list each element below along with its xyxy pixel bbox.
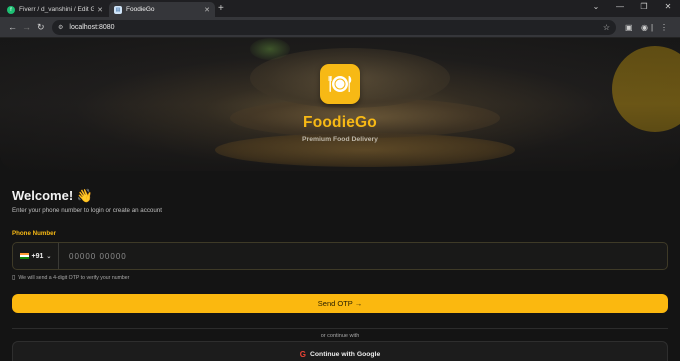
tab-search-icon[interactable]: ⌄ — [590, 2, 602, 11]
site-info-icon[interactable]: ⚙ — [58, 24, 63, 31]
back-icon[interactable]: ← — [8, 22, 17, 33]
separator-icon: | — [651, 23, 654, 32]
profile-icon[interactable]: ◉ — [641, 22, 648, 33]
phone-field: +91 ⌄ — [12, 242, 668, 270]
google-login-button[interactable]: G Continue with Google — [12, 341, 668, 361]
url-field[interactable]: ⚙ localhost:8080 ☆ — [52, 20, 616, 35]
phone-label: Phone Number — [12, 230, 57, 237]
reload-icon[interactable]: ↻ — [37, 22, 45, 33]
site-icon: ▤ — [114, 5, 122, 14]
brand-tagline: Premium Food Delivery — [302, 136, 378, 143]
brand-name: FoodieGo — [303, 114, 377, 131]
tab-foodiego[interactable]: ▤ FoodieGo ✕ — [109, 2, 215, 17]
sidepanel-icon[interactable]: ▣ — [625, 22, 633, 33]
hero-banner: FoodieGo Premium Food Delivery — [0, 38, 680, 171]
menu-icon[interactable]: ⋮ — [660, 22, 668, 33]
welcome-subtitle: Enter your phone number to login or crea… — [12, 207, 162, 214]
fiverr-icon: f — [7, 5, 15, 14]
google-button-label: Continue with Google — [310, 350, 381, 358]
otp-hint: ▯ We will send a 4-digit OTP to verify y… — [12, 274, 130, 282]
hero-overlay — [0, 38, 680, 171]
close-window-button[interactable]: ✕ — [662, 2, 674, 11]
window-controls: ⌄ — ❐ ✕ — [590, 2, 674, 11]
minimize-button[interactable]: — — [614, 2, 626, 11]
country-code: +91 — [31, 252, 44, 260]
tab-label: Fiverr / d_vanshini / Edit Gig — [19, 6, 95, 13]
maximize-button[interactable]: ❐ — [638, 2, 650, 11]
or-text: or continue with — [314, 333, 366, 339]
welcome-heading: Welcome! 👋 — [12, 188, 93, 203]
page: FoodieGo Premium Food Delivery Welcome! … — [0, 38, 680, 361]
google-icon: G — [299, 349, 306, 359]
new-tab-button[interactable]: + — [218, 3, 224, 15]
close-icon[interactable]: ✕ — [97, 6, 103, 14]
tab-fiverr[interactable]: f Fiverr / d_vanshini / Edit Gig ✕ — [2, 2, 108, 17]
plate-cutlery-icon — [320, 64, 360, 104]
india-flag-icon — [19, 253, 29, 259]
close-icon[interactable]: ✕ — [204, 6, 210, 14]
or-divider: or continue with — [0, 324, 680, 342]
phone-icon: ▯ — [12, 275, 16, 281]
country-code-select[interactable]: +91 ⌄ — [13, 243, 59, 269]
bookmark-star-icon[interactable]: ☆ — [603, 23, 610, 32]
forward-icon[interactable]: → — [22, 22, 31, 33]
tab-label: FoodieGo — [126, 6, 155, 13]
address-bar: ← → ↻ ⚙ localhost:8080 ☆ ▣ ◉ | ⋮ — [0, 17, 680, 38]
otp-hint-text: We will send a 4-digit OTP to verify you… — [18, 274, 130, 281]
send-otp-button[interactable]: Send OTP → — [12, 294, 668, 313]
url-text: localhost:8080 — [69, 24, 115, 31]
chevron-down-icon: ⌄ — [46, 253, 52, 260]
phone-input[interactable] — [59, 243, 667, 269]
browser-tab-bar: f Fiverr / d_vanshini / Edit Gig ✕ ▤ Foo… — [0, 0, 680, 17]
